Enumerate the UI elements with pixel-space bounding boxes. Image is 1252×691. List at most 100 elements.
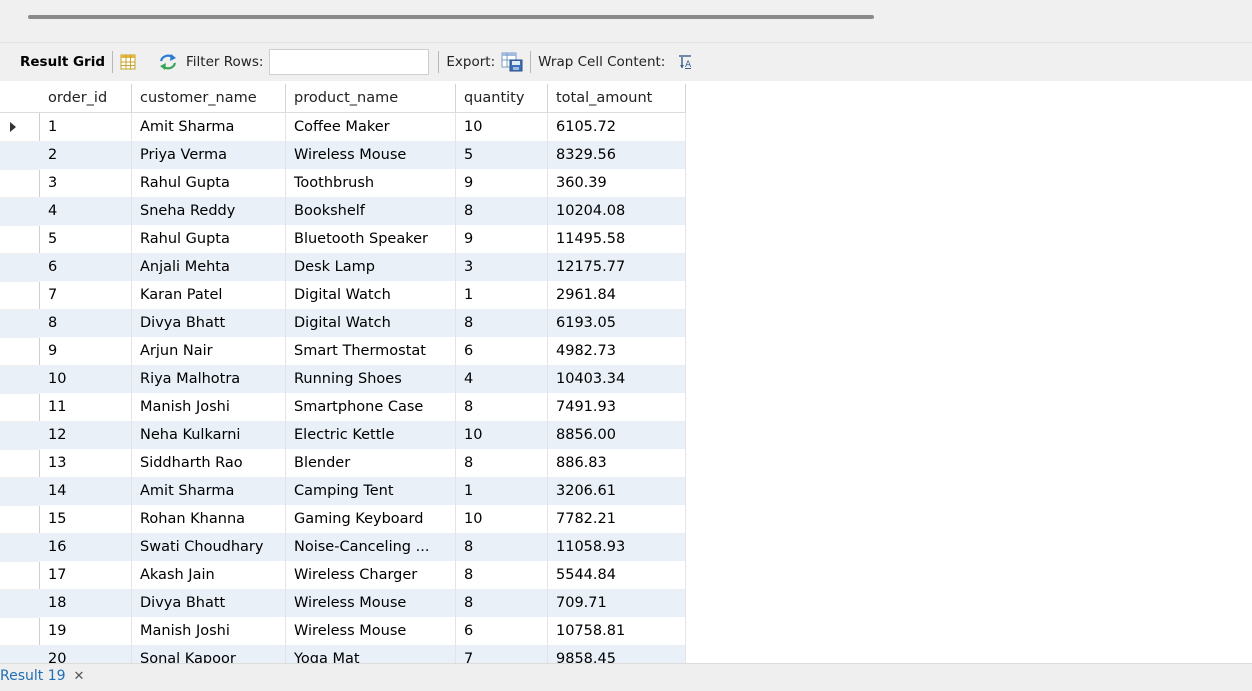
total-amount-cell[interactable]: 6105.72 [548, 113, 686, 141]
order-id-cell[interactable]: 18 [40, 589, 132, 617]
order-id-cell[interactable]: 16 [40, 533, 132, 561]
grid-view-icon[interactable] [120, 54, 136, 70]
order-id-cell[interactable]: 7 [40, 281, 132, 309]
order-id-cell[interactable]: 19 [40, 617, 132, 645]
quantity-cell[interactable]: 9 [456, 225, 548, 253]
row-selector[interactable] [0, 365, 40, 394]
close-icon[interactable]: ✕ [74, 669, 85, 684]
row-selector[interactable] [0, 589, 40, 618]
product-name-cell[interactable]: Bookshelf [286, 197, 456, 225]
total-amount-cell[interactable]: 11495.58 [548, 225, 686, 253]
table-row[interactable]: 14 Amit Sharma Camping Tent 1 3206.61 [0, 477, 686, 506]
product-name-cell[interactable]: Noise-Canceling ... [286, 533, 456, 561]
product-name-cell[interactable]: Yoga Mat [286, 645, 456, 663]
order-id-cell[interactable]: 17 [40, 561, 132, 589]
row-selector[interactable] [0, 113, 40, 142]
product-name-cell[interactable]: Coffee Maker [286, 113, 456, 141]
quantity-cell[interactable]: 9 [456, 169, 548, 197]
customer-name-cell[interactable]: Rahul Gupta [132, 169, 286, 197]
order-id-cell[interactable]: 20 [40, 645, 132, 663]
product-name-cell[interactable]: Blender [286, 449, 456, 477]
table-row[interactable]: 17 Akash Jain Wireless Charger 8 5544.84 [0, 561, 686, 590]
order-id-cell[interactable]: 15 [40, 505, 132, 533]
result-grid[interactable]: order_id customer_name product_name quan… [0, 84, 1252, 663]
quantity-cell[interactable]: 8 [456, 309, 548, 337]
table-row[interactable]: 5 Rahul Gupta Bluetooth Speaker 9 11495.58 [0, 225, 686, 254]
order-id-cell[interactable]: 6 [40, 253, 132, 281]
result-tab[interactable]: Result 19 ✕ [0, 668, 84, 684]
total-amount-cell[interactable]: 2961.84 [548, 281, 686, 309]
table-row[interactable]: 6 Anjali Mehta Desk Lamp 3 12175.77 [0, 253, 686, 282]
column-header[interactable]: quantity [456, 84, 548, 112]
row-selector[interactable] [0, 561, 40, 590]
product-name-cell[interactable]: Smartphone Case [286, 393, 456, 421]
total-amount-cell[interactable]: 4982.73 [548, 337, 686, 365]
product-name-cell[interactable]: Digital Watch [286, 281, 456, 309]
total-amount-cell[interactable]: 886.83 [548, 449, 686, 477]
order-id-cell[interactable]: 13 [40, 449, 132, 477]
row-selector[interactable] [0, 225, 40, 254]
order-id-cell[interactable]: 3 [40, 169, 132, 197]
order-id-cell[interactable]: 5 [40, 225, 132, 253]
table-row[interactable]: 11 Manish Joshi Smartphone Case 8 7491.93 [0, 393, 686, 422]
filter-rows-input[interactable] [269, 49, 430, 75]
row-selector[interactable] [0, 281, 40, 310]
row-selector[interactable] [0, 421, 40, 450]
table-row[interactable]: 2 Priya Verma Wireless Mouse 5 8329.56 [0, 141, 686, 170]
order-id-cell[interactable]: 14 [40, 477, 132, 505]
total-amount-cell[interactable]: 10403.34 [548, 365, 686, 393]
total-amount-cell[interactable]: 7491.93 [548, 393, 686, 421]
total-amount-cell[interactable]: 709.71 [548, 589, 686, 617]
total-amount-cell[interactable]: 6193.05 [548, 309, 686, 337]
customer-name-cell[interactable]: Arjun Nair [132, 337, 286, 365]
table-row[interactable]: 15 Rohan Khanna Gaming Keyboard 10 7782.21 [0, 505, 686, 534]
order-id-cell[interactable]: 4 [40, 197, 132, 225]
product-name-cell[interactable]: Electric Kettle [286, 421, 456, 449]
quantity-cell[interactable]: 7 [456, 645, 548, 663]
order-id-cell[interactable]: 9 [40, 337, 132, 365]
row-selector[interactable] [0, 337, 40, 366]
product-name-cell[interactable]: Running Shoes [286, 365, 456, 393]
product-name-cell[interactable]: Gaming Keyboard [286, 505, 456, 533]
customer-name-cell[interactable]: Swati Choudhary [132, 533, 286, 561]
customer-name-cell[interactable]: Siddharth Rao [132, 449, 286, 477]
product-name-cell[interactable]: Bluetooth Speaker [286, 225, 456, 253]
order-id-cell[interactable]: 8 [40, 309, 132, 337]
customer-name-cell[interactable]: Anjali Mehta [132, 253, 286, 281]
table-row[interactable]: 8 Divya Bhatt Digital Watch 8 6193.05 [0, 309, 686, 338]
order-id-cell[interactable]: 10 [40, 365, 132, 393]
customer-name-cell[interactable]: Manish Joshi [132, 393, 286, 421]
total-amount-cell[interactable]: 360.39 [548, 169, 686, 197]
customer-name-cell[interactable]: Divya Bhatt [132, 589, 286, 617]
total-amount-cell[interactable]: 5544.84 [548, 561, 686, 589]
table-row[interactable]: 19 Manish Joshi Wireless Mouse 6 10758.81 [0, 617, 686, 646]
quantity-cell[interactable]: 8 [456, 533, 548, 561]
quantity-cell[interactable]: 3 [456, 253, 548, 281]
row-selector[interactable] [0, 533, 40, 562]
quantity-cell[interactable]: 8 [456, 589, 548, 617]
table-row[interactable]: 7 Karan Patel Digital Watch 1 2961.84 [0, 281, 686, 310]
order-id-cell[interactable]: 2 [40, 141, 132, 169]
product-name-cell[interactable]: Wireless Mouse [286, 141, 456, 169]
total-amount-cell[interactable]: 12175.77 [548, 253, 686, 281]
total-amount-cell[interactable]: 11058.93 [548, 533, 686, 561]
table-row[interactable]: 10 Riya Malhotra Running Shoes 4 10403.34 [0, 365, 686, 394]
table-row[interactable]: 12 Neha Kulkarni Electric Kettle 10 8856.00 [0, 421, 686, 450]
order-id-cell[interactable]: 12 [40, 421, 132, 449]
quantity-cell[interactable]: 8 [456, 197, 548, 225]
column-header[interactable]: total_amount [548, 84, 686, 112]
table-row[interactable]: 9 Arjun Nair Smart Thermostat 6 4982.73 [0, 337, 686, 366]
customer-name-cell[interactable]: Amit Sharma [132, 477, 286, 505]
refresh-icon[interactable] [158, 53, 178, 71]
column-header[interactable]: customer_name [132, 84, 286, 112]
customer-name-cell[interactable]: Rahul Gupta [132, 225, 286, 253]
customer-name-cell[interactable]: Amit Sharma [132, 113, 286, 141]
quantity-cell[interactable]: 5 [456, 141, 548, 169]
row-selector[interactable] [0, 197, 40, 226]
quantity-cell[interactable]: 1 [456, 281, 548, 309]
column-header[interactable]: product_name [286, 84, 456, 112]
customer-name-cell[interactable]: Neha Kulkarni [132, 421, 286, 449]
quantity-cell[interactable]: 1 [456, 477, 548, 505]
customer-name-cell[interactable]: Sneha Reddy [132, 197, 286, 225]
product-name-cell[interactable]: Digital Watch [286, 309, 456, 337]
